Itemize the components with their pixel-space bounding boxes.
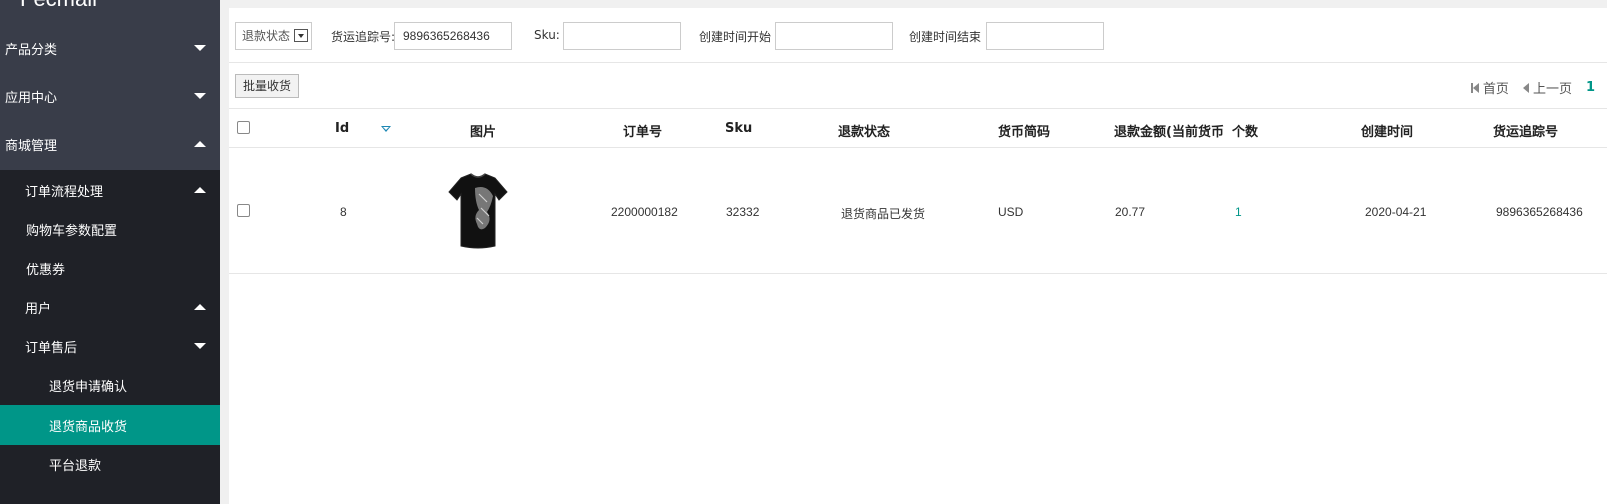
sidebar-item-after-sales[interactable]: 订单售后	[0, 326, 220, 366]
cell-id: 8	[340, 205, 347, 219]
cell-sku: 32332	[726, 205, 760, 219]
sidebar-item-product-category[interactable]: 产品分类	[0, 28, 220, 68]
sidebar-item-label: 商城管理	[5, 138, 58, 154]
sidebar-item-label: 平台退款	[49, 458, 102, 474]
sidebar-item-label: 订单流程处理	[25, 184, 104, 200]
sidebar-item-label: 产品分类	[5, 42, 58, 58]
cell-order-no: 2200000182	[611, 205, 678, 219]
sidebar-item-mall-management[interactable]: 商城管理	[0, 124, 220, 164]
sidebar-item-cart-config[interactable]: 购物车参数配置	[0, 209, 220, 249]
created-end-label: 创建时间结束	[909, 30, 982, 44]
bulk-receive-button[interactable]: 批量收货	[235, 74, 300, 98]
table-row[interactable]: 8 2200000182 32332 退货商品已发货 USD 20.77 1 2…	[229, 148, 1607, 274]
dropdown-arrow-icon[interactable]	[294, 29, 308, 42]
column-header-image: 图片	[470, 125, 497, 140]
chevron-down-icon	[194, 93, 206, 99]
sidebar-item-return-confirm[interactable]: 退货申请确认	[0, 365, 220, 405]
sidebar-item-platform-refund[interactable]: 平台退款	[0, 444, 220, 484]
created-end-input[interactable]	[986, 22, 1104, 50]
column-header-refund-status: 退款状态	[838, 125, 891, 140]
current-page[interactable]: 1	[1586, 80, 1595, 95]
filter-bar: 退款状态 货运追踪号: Sku: 创建时间开始 创建时间结束	[229, 8, 1607, 63]
sku-label: Sku:	[534, 28, 560, 42]
column-header-id[interactable]: Id	[335, 121, 349, 136]
tshirt-product-image	[448, 173, 508, 249]
sidebar-item-return-receive[interactable]: 退货商品收货	[0, 405, 220, 445]
chevron-up-icon	[194, 141, 206, 147]
first-page-link[interactable]: 首页	[1483, 78, 1509, 97]
column-header-order-no: 订单号	[623, 125, 663, 140]
sidebar-item-user[interactable]: 用户	[0, 287, 220, 327]
sku-input[interactable]	[563, 22, 681, 50]
brand-logo-text: Fecmall	[20, 0, 97, 12]
sidebar: Fecmall 产品分类 应用中心 商城管理 订单流程处理 购物车参数配置 优惠…	[0, 0, 220, 504]
column-header-created-at: 创建时间	[1361, 125, 1414, 140]
table-header: Id 图片 订单号 Sku 退款状态 货币简码 退款金额(当前货币 个数 创建时…	[229, 108, 1607, 148]
sidebar-item-label: 退货申请确认	[49, 379, 128, 395]
cell-refund-amount: 20.77	[1115, 205, 1146, 219]
sidebar-item-order-flow[interactable]: 订单流程处理	[0, 170, 220, 210]
row-checkbox[interactable]	[237, 204, 250, 217]
cell-count: 1	[1235, 205, 1242, 219]
prev-page-icon[interactable]	[1522, 82, 1529, 93]
column-header-refund-amount: 退款金额(当前货币	[1114, 125, 1224, 140]
main-panel: 退款状态 货运追踪号: Sku: 创建时间开始 创建时间结束 批量收货 首页 上…	[229, 8, 1607, 504]
created-start-input[interactable]	[775, 22, 893, 50]
sidebar-item-label: 订单售后	[25, 340, 78, 356]
sidebar-submenu: 订单流程处理 购物车参数配置 优惠券 用户 订单售后 退货申请确认 退货商品收货…	[0, 170, 220, 504]
sidebar-item-coupon[interactable]: 优惠券	[0, 248, 220, 288]
chevron-up-icon	[194, 304, 206, 310]
chevron-up-icon	[194, 187, 206, 193]
cell-tracking-no: 9896365268436	[1496, 205, 1583, 219]
refund-status-select-value: 退款状态	[242, 29, 291, 43]
sidebar-item-label: 应用中心	[5, 90, 58, 106]
sidebar-item-label: 优惠券	[26, 262, 66, 278]
cell-currency: USD	[998, 205, 1024, 219]
sidebar-item-label: 购物车参数配置	[26, 223, 118, 239]
created-start-label: 创建时间开始	[699, 30, 772, 44]
refund-status-select[interactable]: 退款状态	[235, 22, 312, 50]
column-header-tracking-no: 货运追踪号	[1493, 125, 1559, 140]
tracking-input[interactable]	[394, 22, 512, 50]
select-all-checkbox[interactable]	[237, 121, 250, 134]
tracking-label: 货运追踪号:	[331, 30, 396, 44]
cell-created-at: 2020-04-21	[1365, 205, 1427, 219]
sort-desc-icon[interactable]	[381, 126, 391, 132]
first-page-icon[interactable]	[1470, 82, 1479, 93]
cell-refund-status: 退货商品已发货	[841, 207, 926, 221]
sidebar-item-label: 退货商品收货	[49, 419, 128, 435]
column-header-sku: Sku	[725, 121, 753, 136]
prev-page-link[interactable]: 上一页	[1533, 78, 1572, 97]
chevron-down-icon	[194, 343, 206, 349]
column-header-count: 个数	[1232, 125, 1259, 140]
column-header-currency: 货币简码	[998, 125, 1051, 140]
sidebar-item-label: 用户	[25, 301, 52, 317]
chevron-down-icon	[194, 45, 206, 51]
pagination: 首页 上一页 1	[1470, 78, 1595, 97]
sidebar-item-app-center[interactable]: 应用中心	[0, 76, 220, 116]
